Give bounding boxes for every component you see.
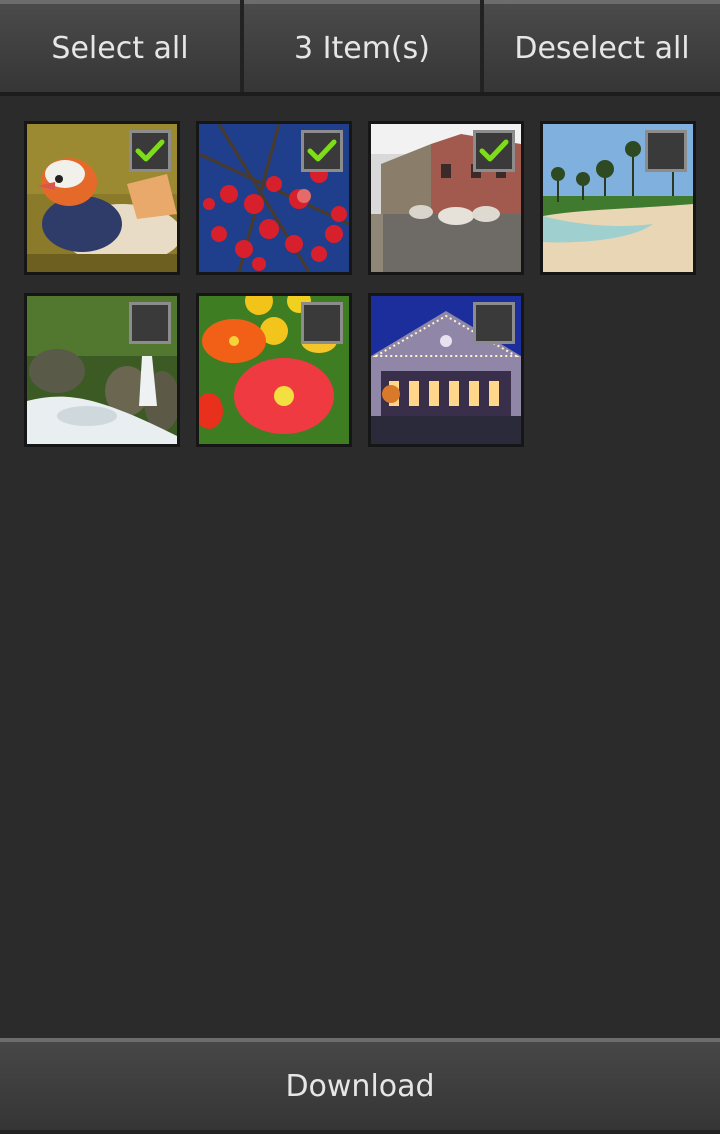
checkmark-icon — [135, 139, 165, 162]
checkmark-icon — [479, 139, 509, 162]
photo-picker-screen: Select all 3 Item(s) Deselect all Downlo… — [0, 0, 720, 1134]
select-all-button[interactable]: Select all — [0, 0, 240, 92]
photo-thumbnail-street[interactable] — [368, 121, 524, 275]
checkbox-checked[interactable] — [301, 130, 343, 172]
checkbox-unchecked[interactable] — [129, 302, 171, 344]
photo-thumbnail-building[interactable] — [368, 293, 524, 447]
checkbox-unchecked[interactable] — [645, 130, 687, 172]
photo-thumbnail-poppies[interactable] — [196, 293, 352, 447]
toolbar-divider — [0, 92, 720, 96]
checkbox-unchecked[interactable] — [473, 302, 515, 344]
bottom-bar: Download — [0, 1038, 720, 1134]
photo-thumbnail-apples[interactable] — [196, 121, 352, 275]
waterfall-image — [27, 296, 177, 444]
apples-image — [199, 124, 349, 272]
building-image — [371, 296, 521, 444]
selection-toolbar: Select all 3 Item(s) Deselect all — [0, 0, 720, 96]
photo-thumbnail-beach[interactable] — [540, 121, 696, 275]
checkbox-unchecked[interactable] — [301, 302, 343, 344]
photo-thumbnail-duck[interactable] — [24, 121, 180, 275]
checkmark-icon — [307, 139, 337, 162]
photo-thumbnail-waterfall[interactable] — [24, 293, 180, 447]
beach-image — [543, 124, 693, 272]
deselect-all-button[interactable]: Deselect all — [484, 0, 720, 92]
street-image — [371, 124, 521, 272]
selected-count-label: 3 Item(s) — [244, 0, 480, 92]
checkbox-checked[interactable] — [473, 130, 515, 172]
checkbox-checked[interactable] — [129, 130, 171, 172]
poppies-image — [199, 296, 349, 444]
download-button[interactable]: Download — [0, 1038, 720, 1130]
duck-image — [27, 124, 177, 272]
